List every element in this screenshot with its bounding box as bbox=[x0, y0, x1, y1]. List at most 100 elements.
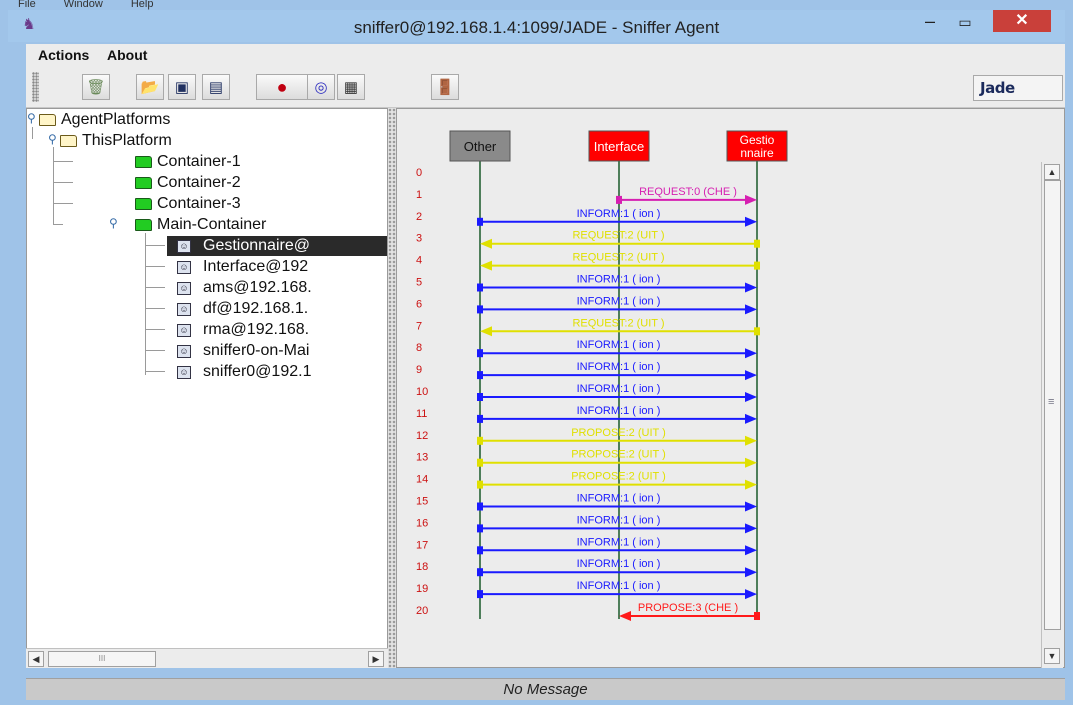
tree-agent-ams[interactable]: ☺ ams@192.168. bbox=[177, 278, 312, 298]
maximize-button[interactable]: ▭ bbox=[948, 12, 982, 34]
tree-node-label: Container-2 bbox=[157, 174, 241, 191]
menu-actions[interactable]: Actions bbox=[38, 47, 89, 63]
message-arrowhead bbox=[745, 216, 757, 227]
message-start-marker bbox=[477, 283, 483, 292]
tree-node-thisplatform[interactable]: ThisPlatform bbox=[60, 131, 172, 151]
message-arrowhead bbox=[745, 348, 757, 359]
row-number: 20 bbox=[416, 605, 428, 617]
tree-node-main-container[interactable]: Main-Container bbox=[135, 215, 266, 235]
message-arrowhead bbox=[745, 392, 757, 402]
folder-icon bbox=[39, 114, 56, 126]
save-as-icon: ▤ bbox=[208, 79, 224, 96]
scroll-left-button[interactable]: ◀ bbox=[28, 651, 44, 667]
message-start-marker bbox=[477, 217, 483, 226]
save-button[interactable]: ▣ bbox=[168, 74, 196, 100]
row-number: 5 bbox=[416, 277, 422, 289]
message-start-marker bbox=[477, 568, 483, 577]
row-number: 7 bbox=[416, 320, 422, 332]
tree-horizontal-scrollbar[interactable]: ◀ III ▶ bbox=[26, 648, 388, 668]
exit-button[interactable]: 🚪 bbox=[431, 74, 459, 100]
scroll-right-button[interactable]: ▶ bbox=[368, 651, 384, 667]
row-number: 2 bbox=[416, 211, 422, 223]
message-start-marker bbox=[754, 327, 760, 336]
message-arrowhead bbox=[480, 238, 492, 249]
message-start-marker bbox=[477, 502, 483, 511]
scroll-thumb[interactable]: III bbox=[48, 651, 156, 667]
split-pane-divider[interactable] bbox=[388, 108, 396, 668]
menu-about[interactable]: About bbox=[107, 47, 147, 63]
message-arrowhead bbox=[480, 260, 492, 271]
jade-logo-text: Jade bbox=[980, 79, 1015, 97]
tree-node-label: Container-1 bbox=[157, 153, 241, 170]
tree-agent-sniffer0[interactable]: ☺ sniffer0@192.1 bbox=[177, 362, 311, 382]
agent-icon: ☺ bbox=[177, 344, 191, 358]
scroll-grip: ≡ bbox=[1048, 396, 1055, 408]
title-bar[interactable]: ♞ sniffer0@192.168.1.4:1099/JADE - Sniff… bbox=[8, 10, 1065, 42]
message-arrowhead bbox=[745, 501, 757, 512]
tree-agent-rma[interactable]: ☺ rma@192.168. bbox=[177, 320, 309, 340]
tree-node-label: AgentPlatforms bbox=[61, 111, 171, 128]
container-icon bbox=[135, 198, 152, 210]
message-arrowhead bbox=[745, 435, 757, 446]
close-button[interactable]: ✕ bbox=[993, 10, 1051, 32]
expand-toggle-icon[interactable]: ⚲ bbox=[48, 132, 57, 146]
filter-button[interactable]: ▦ bbox=[337, 74, 365, 100]
expand-toggle-icon[interactable]: ⚲ bbox=[27, 111, 36, 125]
expand-toggle-icon[interactable]: ⚲ bbox=[109, 216, 118, 230]
scroll-up-button[interactable]: ▲ bbox=[1044, 164, 1060, 180]
message-start-marker bbox=[477, 371, 483, 380]
row-number: 14 bbox=[416, 474, 428, 486]
status-message: No Message bbox=[503, 681, 588, 698]
clear-canvas-button[interactable]: 🗑 bbox=[82, 74, 110, 100]
toolbar-grip[interactable] bbox=[32, 72, 39, 102]
lifeline-label: Interface bbox=[594, 139, 645, 154]
message-label: REQUEST:2 (UIT ) bbox=[572, 317, 664, 329]
tree-agent-interface[interactable]: ☺ Interface@192 bbox=[177, 257, 308, 277]
tree-node-container-2[interactable]: Container-2 bbox=[135, 173, 241, 193]
agent-icon: ☺ bbox=[177, 302, 191, 316]
save-as-button[interactable]: ▤ bbox=[202, 74, 230, 100]
tree-agent-label: rma@192.168. bbox=[203, 321, 310, 338]
message-label: INFORM:1 ( ion ) bbox=[577, 274, 661, 286]
menu-bar: Actions About bbox=[26, 44, 1065, 66]
message-start-marker bbox=[477, 436, 483, 445]
container-icon bbox=[135, 156, 152, 168]
message-arrowhead bbox=[745, 304, 757, 315]
toolbar: 🗑 📂 ▣ ▤ ● ◎ ▦ 🚪 Jade bbox=[26, 66, 1065, 108]
message-arrowhead bbox=[745, 370, 757, 381]
row-number: 9 bbox=[416, 364, 422, 376]
message-label: INFORM:1 ( ion ) bbox=[577, 558, 661, 570]
message-start-marker bbox=[477, 524, 483, 533]
scroll-down-button[interactable]: ▼ bbox=[1044, 648, 1060, 664]
agent-icon: ☺ bbox=[177, 365, 191, 379]
tree-agent-label: Gestionnaire@ bbox=[203, 237, 310, 254]
lifeline-label: Gestio bbox=[740, 133, 775, 147]
message-label: INFORM:1 ( ion ) bbox=[577, 580, 661, 592]
tree-agent-df[interactable]: ☺ df@192.168.1. bbox=[177, 299, 308, 319]
message-label: INFORM:1 ( ion ) bbox=[577, 536, 661, 548]
message-arrowhead bbox=[745, 589, 757, 600]
row-number: 17 bbox=[416, 539, 428, 551]
row-number: 18 bbox=[416, 561, 428, 573]
tree-node-agentplatforms[interactable]: AgentPlatforms bbox=[39, 110, 170, 130]
tree-agent-sniffer0-on-main[interactable]: ☺ sniffer0-on-Mai bbox=[177, 341, 309, 361]
show-agent-button[interactable]: ◎ bbox=[307, 74, 335, 100]
record-icon: ● bbox=[276, 76, 288, 97]
row-number: 8 bbox=[416, 342, 422, 354]
message-label: PROPOSE:3 (CHE ) bbox=[638, 602, 738, 614]
record-toggle-button[interactable]: ● bbox=[256, 74, 308, 100]
message-arrowhead bbox=[745, 567, 757, 578]
scroll-thumb[interactable]: ≡ bbox=[1044, 180, 1061, 630]
tree-node-container-3[interactable]: Container-3 bbox=[135, 194, 241, 214]
agent-icon: ☺ bbox=[177, 281, 191, 295]
diagram-vertical-scrollbar[interactable]: ▲ ≡ ▼ bbox=[1041, 162, 1063, 668]
tree-node-container-1[interactable]: Container-1 bbox=[135, 152, 241, 172]
message-start-marker bbox=[754, 239, 760, 248]
show-agent-icon: ◎ bbox=[314, 79, 328, 96]
exit-door-icon: 🚪 bbox=[435, 79, 455, 96]
tree-agent-gestionnaire[interactable]: ☺ Gestionnaire@ bbox=[167, 236, 387, 256]
minimize-button[interactable]: – bbox=[913, 12, 947, 34]
tree-node-label: Main-Container bbox=[157, 216, 267, 233]
open-file-button[interactable]: 📂 bbox=[136, 74, 164, 100]
sniffer-agent-window: File Window Help ♞ sniffer0@192.168.1.4:… bbox=[0, 0, 1073, 705]
